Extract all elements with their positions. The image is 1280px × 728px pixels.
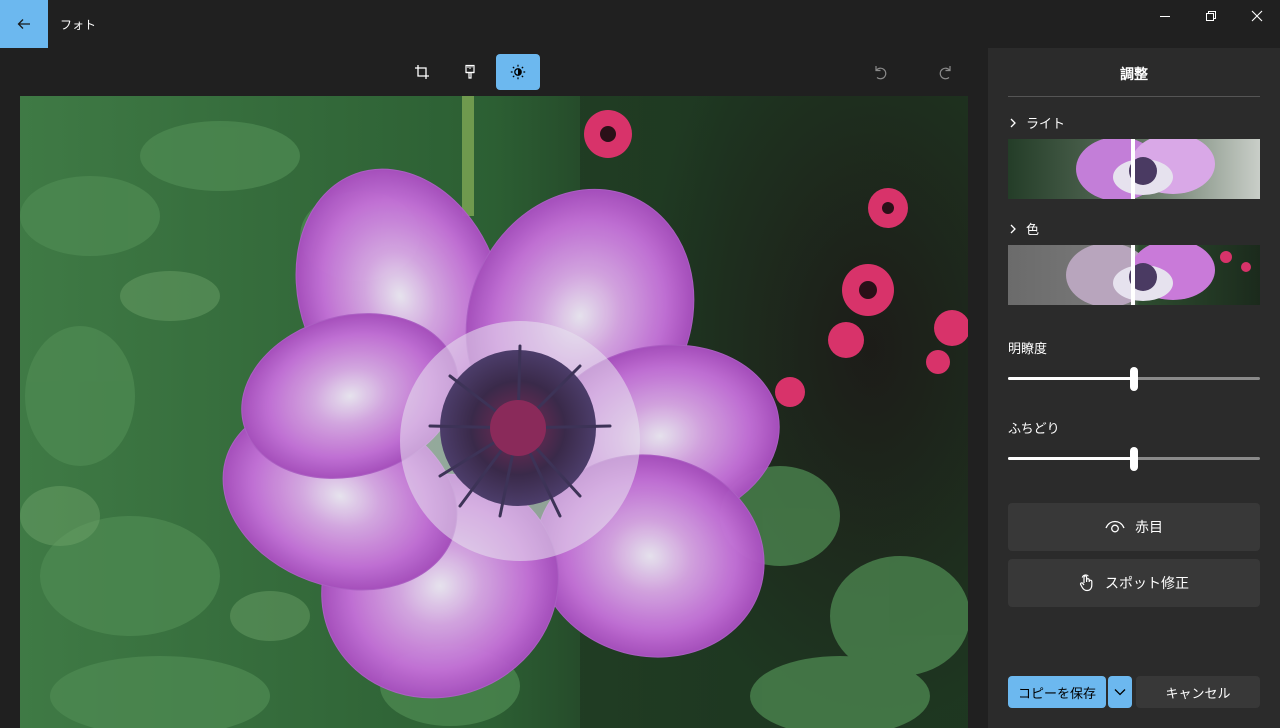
redo-icon — [939, 66, 951, 80]
vignette-label: ふちどり — [1008, 422, 1060, 437]
color-preview-thumbnail[interactable] — [1008, 245, 1260, 305]
slider-thumb[interactable] — [1130, 367, 1138, 391]
photo-canvas[interactable] — [20, 96, 968, 728]
crop-button[interactable] — [400, 54, 444, 90]
panel-title: 調整 — [1120, 67, 1148, 83]
redo-button[interactable] — [924, 54, 968, 90]
anemone-flower-photo — [20, 96, 968, 728]
eye-icon — [1105, 520, 1125, 533]
vignette-slider[interactable] — [1008, 447, 1260, 471]
close-icon — [1251, 10, 1263, 22]
slider-fill — [1008, 377, 1134, 380]
spot-fix-label: スポット修正 — [1105, 576, 1189, 592]
restore-icon — [1206, 11, 1216, 21]
undo-icon — [875, 66, 887, 80]
section-color-label: 色 — [1026, 223, 1040, 238]
save-copy-button[interactable]: コピーを保存 — [1008, 676, 1106, 708]
crop-icon — [415, 65, 429, 79]
app-title: フォト — [60, 18, 97, 32]
light-preview-image — [1008, 139, 1260, 199]
brightness-icon — [510, 64, 526, 80]
minimize-icon — [1160, 16, 1170, 17]
arrow-left-icon — [17, 19, 30, 29]
light-preview-thumbnail[interactable] — [1008, 139, 1260, 199]
slider-fill — [1008, 457, 1134, 460]
clarity-slider[interactable] — [1008, 367, 1260, 391]
red-eye-button[interactable]: 赤目 — [1008, 503, 1260, 551]
back-button[interactable] — [0, 0, 48, 48]
chevron-right-icon — [1010, 224, 1016, 233]
panel-divider — [1008, 96, 1260, 97]
save-options-dropdown[interactable] — [1108, 676, 1132, 708]
touch-hand-icon — [1079, 574, 1093, 592]
restore-button[interactable] — [1188, 0, 1234, 32]
adjust-panel: 調整 ライト 色 明瞭度 ふちどり 赤目 スポット修正 コピーを保存 キャンセル — [988, 48, 1280, 728]
spot-fix-button[interactable]: スポット修正 — [1008, 559, 1260, 607]
filter-brush-icon — [465, 64, 475, 79]
clarity-label: 明瞭度 — [1008, 342, 1048, 357]
chevron-down-icon — [1114, 689, 1126, 696]
minimize-button[interactable] — [1142, 0, 1188, 32]
section-light-toggle[interactable]: ライト — [1008, 113, 1065, 132]
section-color-toggle[interactable]: 色 — [1008, 219, 1039, 238]
chevron-right-icon — [1010, 118, 1016, 127]
color-preview-image — [1008, 245, 1260, 305]
close-button[interactable] — [1234, 0, 1280, 32]
title-bar: フォト — [0, 0, 1280, 48]
filter-button[interactable] — [448, 54, 492, 90]
red-eye-label: 赤目 — [1135, 520, 1163, 536]
adjust-button[interactable] — [496, 54, 540, 90]
cancel-button[interactable]: キャンセル — [1136, 676, 1260, 708]
undo-button[interactable] — [858, 54, 902, 90]
slider-thumb[interactable] — [1130, 447, 1138, 471]
section-light-label: ライト — [1026, 117, 1066, 132]
